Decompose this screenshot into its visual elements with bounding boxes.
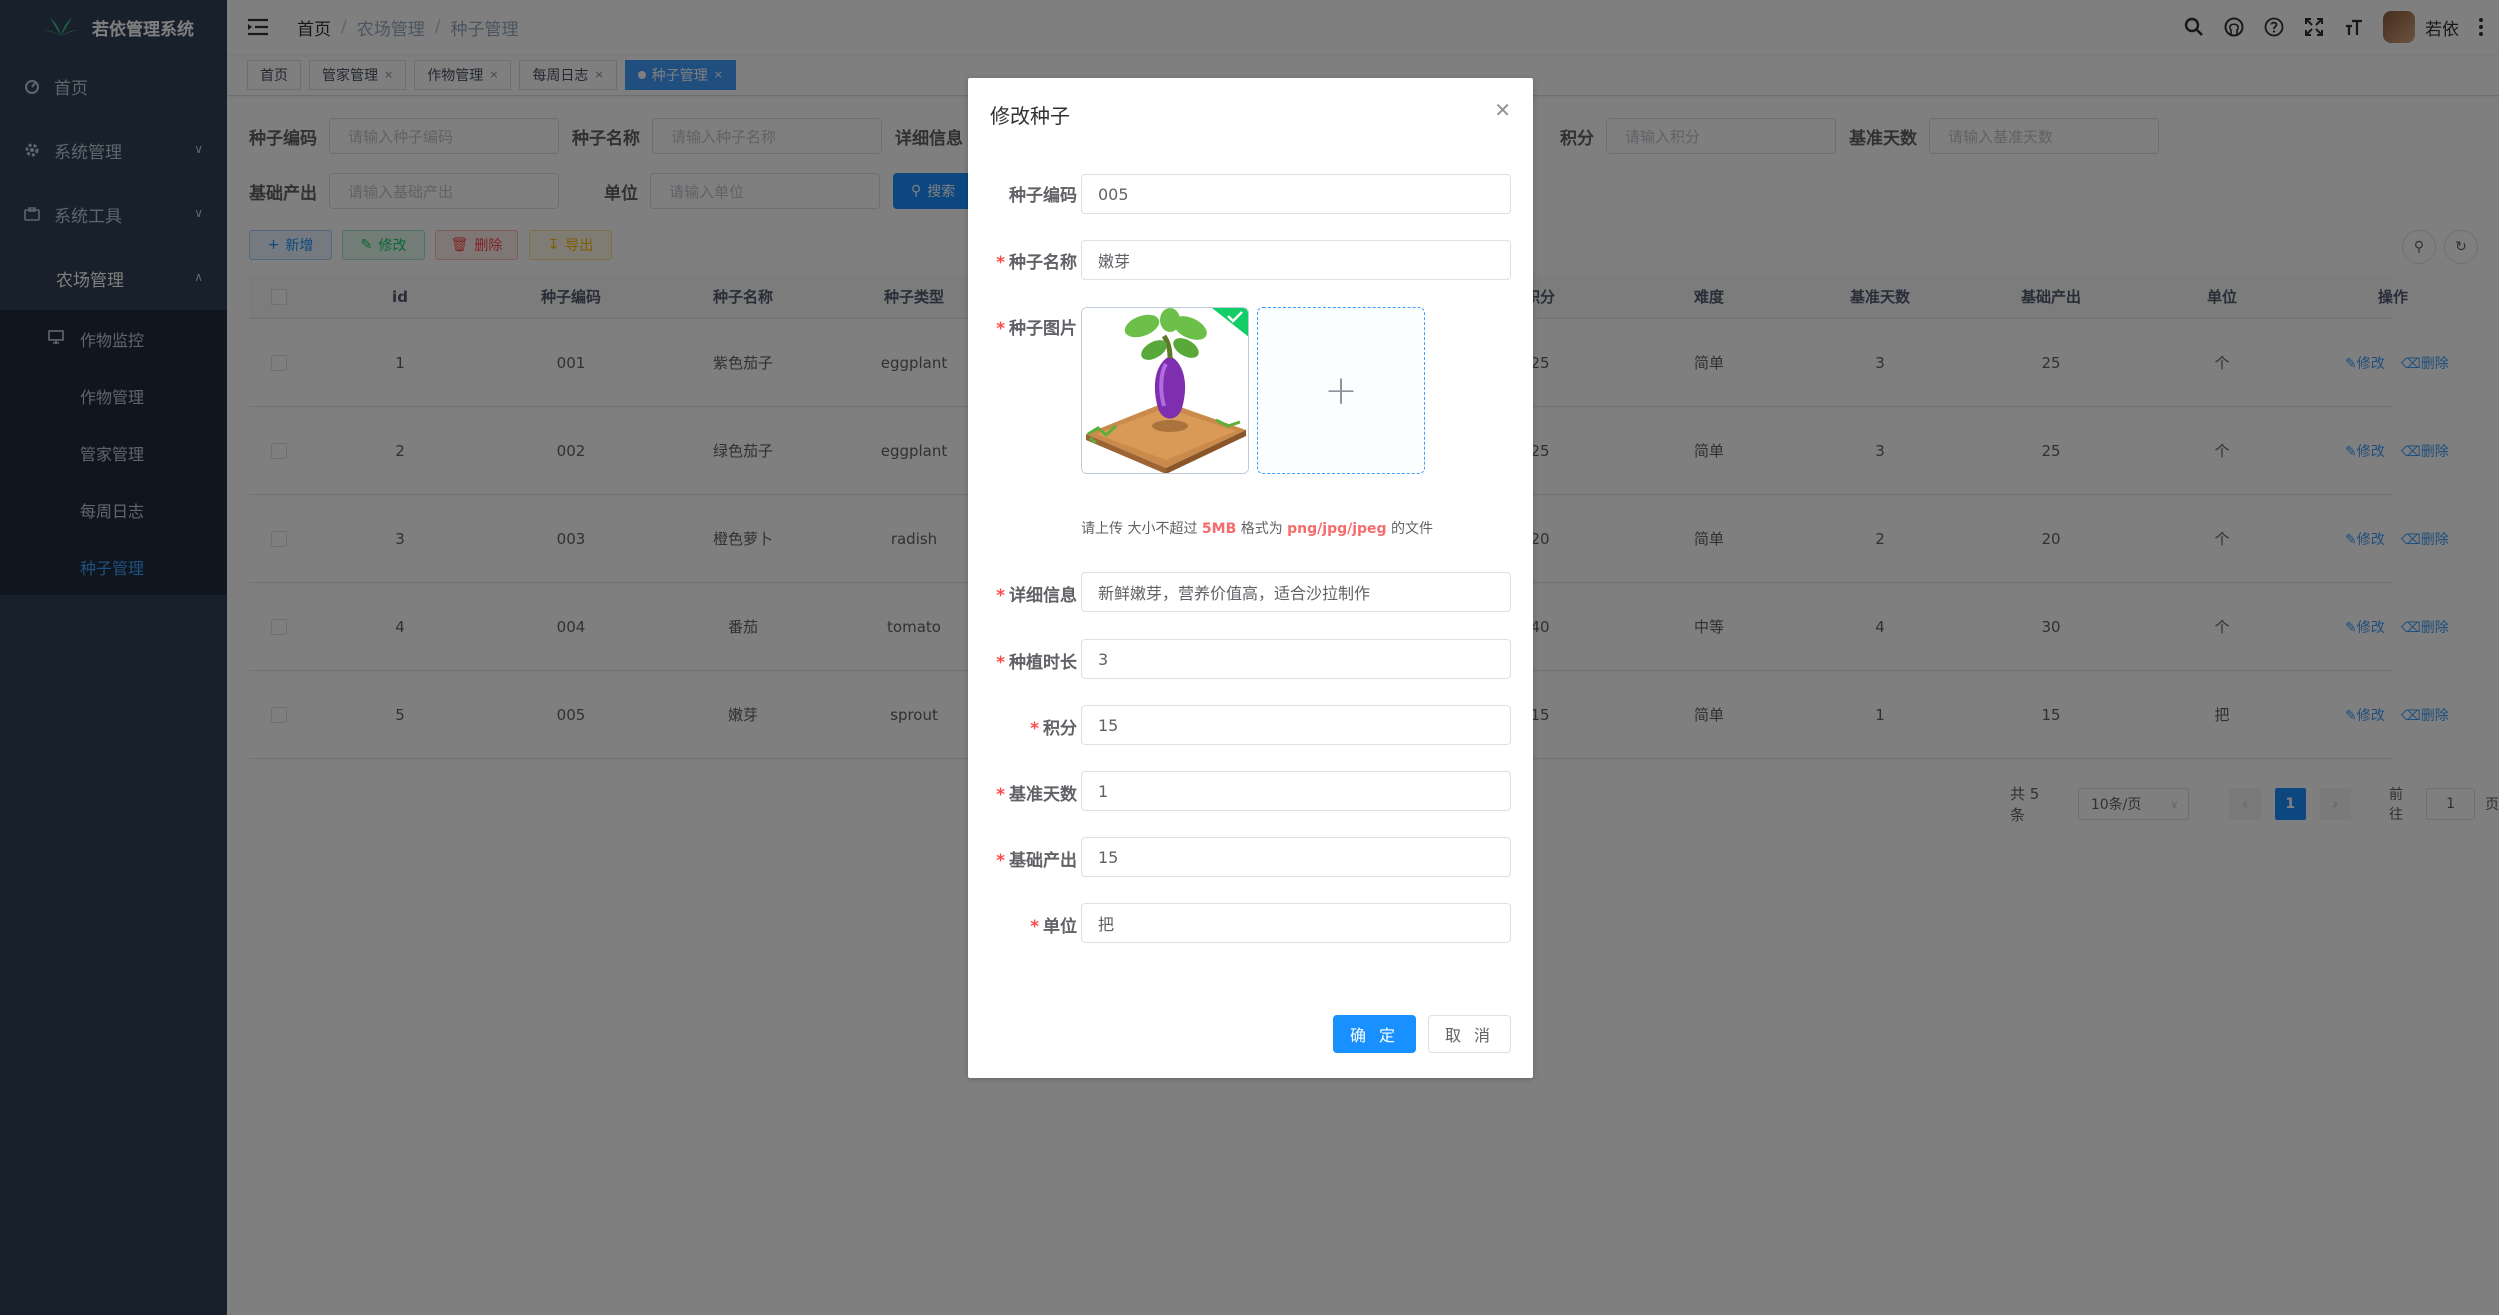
required-asterisk: * xyxy=(996,785,1005,805)
unit-label-text: 单位 xyxy=(1043,917,1077,937)
base-output-label-text: 基础产出 xyxy=(1009,851,1077,871)
base-days-label-text: 基准天数 xyxy=(1009,785,1077,805)
detail-field[interactable]: 新鲜嫩芽，营养价值高，适合沙拉制作 xyxy=(1081,572,1511,612)
cancel-button[interactable]: 取 消 xyxy=(1428,1015,1511,1053)
code-label-text: 种子编码 xyxy=(1009,186,1077,206)
close-icon[interactable]: ✕ xyxy=(1494,98,1511,122)
detail-label: * 详细信息 xyxy=(996,581,1077,606)
confirm-button[interactable]: 确 定 xyxy=(1333,1015,1416,1053)
tip-size: 5MB xyxy=(1201,521,1237,537)
dialog-title: 修改种子 xyxy=(990,104,1070,128)
required-asterisk: * xyxy=(996,586,1005,606)
name-label: * 种子名称 xyxy=(996,248,1077,273)
detail-label-text: 详细信息 xyxy=(1009,586,1077,606)
required-asterisk: * xyxy=(996,653,1005,673)
tip-formats: png/jpg/jpeg xyxy=(1287,521,1387,537)
seed-image-thumbnail[interactable] xyxy=(1081,307,1249,474)
base-days-label: * 基准天数 xyxy=(996,780,1077,805)
tip-mid: 格式为 xyxy=(1236,521,1288,537)
required-asterisk: * xyxy=(1030,917,1039,937)
image-label-text: 种子图片 xyxy=(1009,319,1077,339)
plus-icon: + xyxy=(1324,367,1358,414)
upload-tip: 请上传 大小不超过 5MB 格式为 png/jpg/jpeg 的文件 xyxy=(1081,518,1433,538)
required-asterisk: * xyxy=(996,253,1005,273)
edit-seed-dialog: 修改种子 ✕ 种子编码 005 * 种子名称 嫩芽 * 种子图片 + 请上传 大… xyxy=(968,78,1533,1078)
duration-label-text: 种植时长 xyxy=(1009,653,1077,673)
points-label: * 积分 xyxy=(1030,714,1077,739)
base-days-field[interactable]: 1 xyxy=(1081,771,1511,811)
points-label-text: 积分 xyxy=(1043,719,1077,739)
base-output-field[interactable]: 15 xyxy=(1081,837,1511,877)
required-asterisk: * xyxy=(996,851,1005,871)
name-field[interactable]: 嫩芽 xyxy=(1081,240,1511,280)
required-asterisk: * xyxy=(1030,719,1039,739)
upload-card[interactable]: + xyxy=(1257,307,1425,474)
tip-suffix: 的文件 xyxy=(1386,521,1434,537)
name-label-text: 种子名称 xyxy=(1009,253,1077,273)
unit-field[interactable]: 把 xyxy=(1081,903,1511,943)
base-output-label: * 基础产出 xyxy=(996,846,1077,871)
unit-label: * 单位 xyxy=(1030,912,1077,937)
required-asterisk: * xyxy=(996,319,1005,339)
code-field[interactable]: 005 xyxy=(1081,174,1511,214)
tip-prefix: 请上传 大小不超过 xyxy=(1081,521,1202,537)
points-field[interactable]: 15 xyxy=(1081,705,1511,745)
eggplant-seed-image xyxy=(1082,308,1248,473)
duration-field[interactable]: 3 xyxy=(1081,639,1511,679)
duration-label: * 种植时长 xyxy=(996,648,1077,673)
image-label: * 种子图片 xyxy=(996,314,1077,339)
code-label: 种子编码 xyxy=(1009,181,1077,206)
